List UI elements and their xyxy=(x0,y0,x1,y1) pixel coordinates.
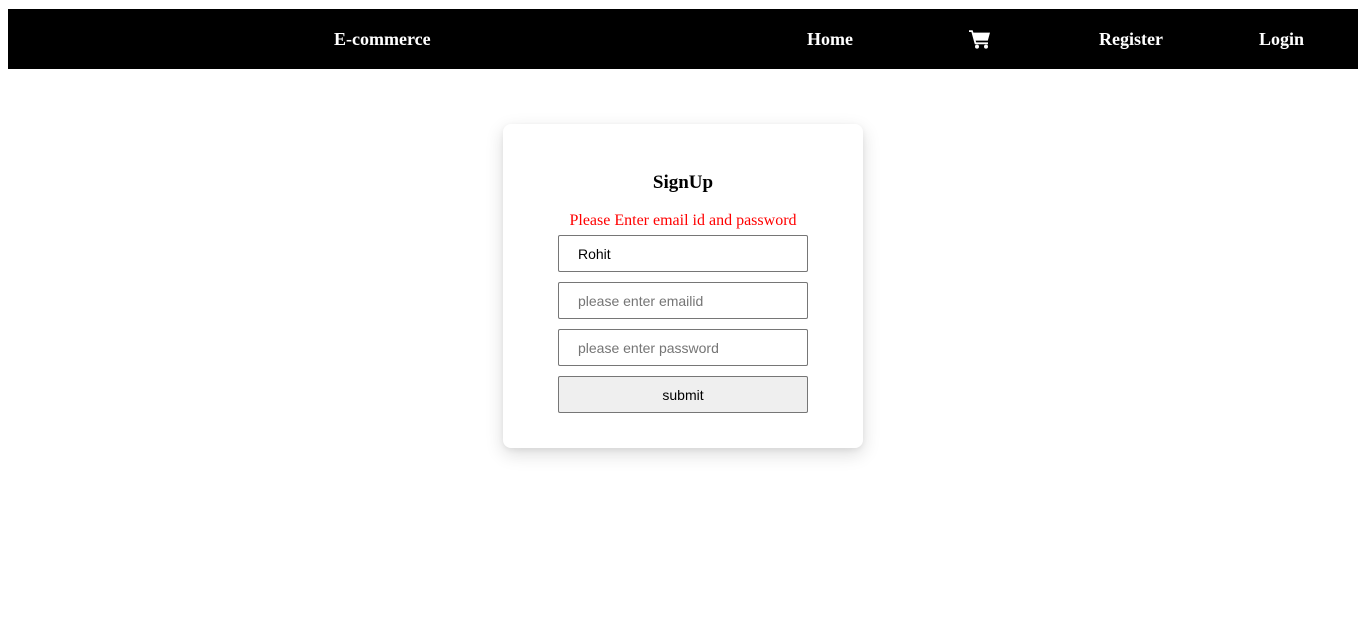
nav-login-link[interactable]: Login xyxy=(1259,9,1304,69)
navbar: E-commerce Home Register Login xyxy=(8,9,1358,69)
nav-register-link[interactable]: Register xyxy=(1099,9,1163,69)
password-input[interactable] xyxy=(558,329,808,366)
form-title: SignUp xyxy=(652,172,714,193)
submit-button[interactable]: submit xyxy=(558,376,808,413)
brand-link[interactable]: E-commerce xyxy=(334,9,431,69)
nav-home-link[interactable]: Home xyxy=(807,9,853,69)
signup-card: SignUp Please Enter email id and passwor… xyxy=(503,124,863,448)
nav-cart-link[interactable] xyxy=(969,29,991,49)
email-input[interactable] xyxy=(558,282,808,319)
error-message: Please Enter email id and password xyxy=(569,212,797,229)
name-input[interactable] xyxy=(558,235,808,272)
shopping-cart-icon xyxy=(969,30,990,49)
